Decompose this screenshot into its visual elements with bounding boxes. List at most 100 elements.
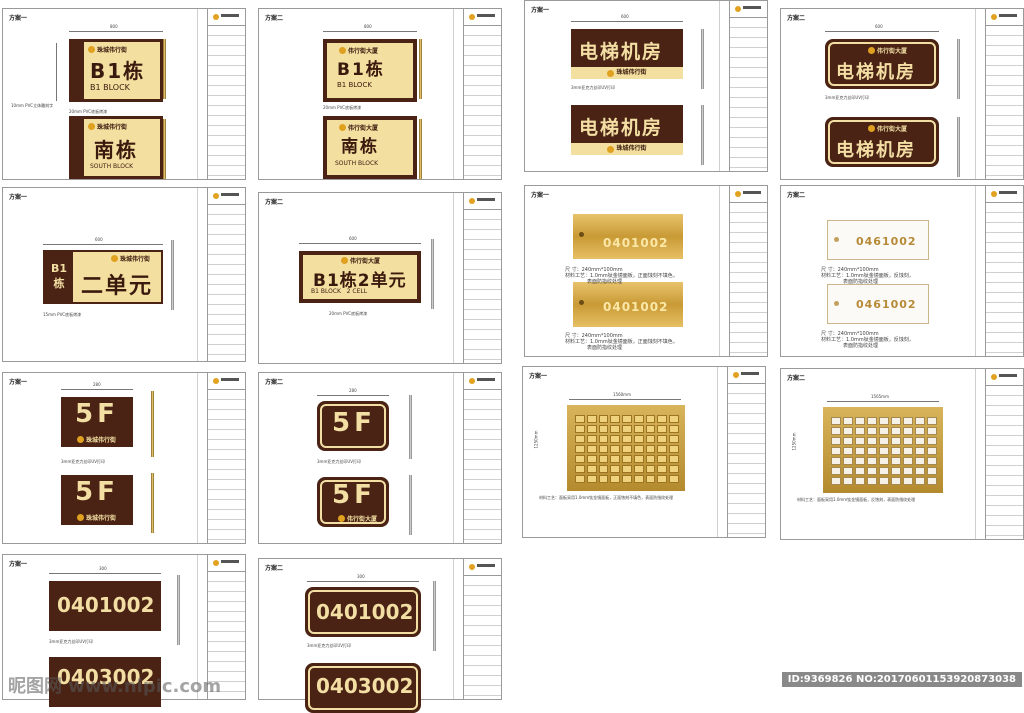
spec: 材料工艺：面板采用1.0mm钛金镜面板，反蚀刻，表面防指纹处理: [797, 497, 916, 502]
dimension-label: 600: [95, 237, 103, 242]
dimension-line: [307, 581, 419, 582]
logo-icon: [868, 47, 875, 54]
sheet-label: 方案二: [265, 15, 284, 22]
keyhole-icon: [834, 301, 839, 306]
sign-b1-block-frame: 伟行街大厦 B1栋 B1 BLOCK: [323, 39, 417, 102]
sign-title: 5F: [332, 408, 376, 438]
brand-name: 珠城伟行街: [616, 69, 647, 76]
sheet-8: 方案二 0461002 0461002 尺 寸：240mm*100mm 材料工艺…: [780, 185, 1024, 357]
sign-title: 电梯机房: [836, 140, 916, 161]
title-block: [727, 367, 765, 537]
brand-name: 伟行街大厦: [347, 516, 378, 523]
side-profile: [151, 391, 154, 457]
mailbox-grid: [575, 415, 679, 483]
brand-logo: 伟行街大厦: [338, 514, 377, 523]
floor-sign-5f: 5F 珠城伟行街: [61, 397, 133, 447]
room-number-sign-framed: 0401002: [305, 587, 421, 637]
note: 20mm PVC底板烤漆: [329, 311, 368, 316]
sign-frame-border: 5F 伟行街大厦: [320, 480, 386, 524]
sign-frame-border: 5F: [320, 404, 386, 448]
mailbox-grid: [831, 417, 937, 485]
dimension-line: [49, 573, 161, 574]
sheet-label: 方案一: [529, 373, 548, 380]
watermark-left: 昵图网 www.nipic.com: [8, 676, 222, 697]
sign-south-block: 珠城伟行街 南栋 SOUTH BLOCK: [69, 116, 163, 179]
floor-sign-5f-framed: 5F: [317, 401, 389, 451]
logo-icon: [88, 123, 95, 130]
dimension-label: 1565mm: [871, 394, 889, 399]
sheet-label: 方案二: [787, 15, 806, 22]
title-block: [985, 9, 1023, 179]
brand-logo: 珠城伟行街: [77, 435, 116, 444]
logo-icon: [607, 69, 615, 77]
sign-inner-panel: 伟行街大厦 南栋 SOUTH BLOCK: [327, 120, 413, 175]
dimension-line: [825, 31, 939, 32]
sign-title: 5F: [75, 477, 119, 507]
sign-title: 5F: [332, 480, 376, 510]
side-profile: [151, 473, 154, 533]
sign-title: 南栋: [94, 138, 138, 162]
note: 15mm PVC底板烤漆: [43, 312, 82, 317]
brand-logo: 珠城伟行街: [88, 122, 127, 131]
sheet-9: 方案一 280 5F 珠城伟行街 3mm亚克力丝印UV打印 5F 珠城伟行街: [2, 372, 246, 544]
title-block: [207, 373, 245, 543]
side-profile: [433, 581, 436, 651]
dimension-line-vertical: [56, 43, 57, 101]
side-profile: [409, 395, 412, 459]
side-profile: [171, 240, 174, 310]
sheet-label: 方案二: [787, 192, 806, 199]
spec: 材料工艺：面板采用1.0mm钛金镜面板，正面蚀刻不填色，表面防指纹处理: [539, 495, 674, 500]
title-block-side: [453, 559, 462, 699]
note: 3mm亚克力丝印UV打印: [825, 95, 870, 100]
silver-number-plate: 0461002: [827, 284, 929, 324]
logo-icon: [868, 125, 875, 132]
brand-name: 伟行街大厦: [877, 126, 908, 133]
note: 3mm亚克力丝印UV打印: [317, 459, 362, 464]
sign-title: B1栋: [90, 59, 146, 83]
sign-inner-panel: 伟行街大厦 B1栋2单元 B1 BLOCK 2 CELL: [303, 255, 417, 299]
sheet-2: 方案二 800 伟行街大厦 B1栋 B1 BLOCK 20mm PVC底板烤漆 …: [258, 8, 502, 180]
room-number: 0401002: [57, 593, 155, 617]
sign-inner-panel: 伟行街大厦 B1栋 B1 BLOCK: [327, 43, 413, 98]
sign-title: B1栋: [337, 60, 385, 80]
sheet-label: 方案一: [9, 561, 28, 568]
dimension-label: 300: [357, 574, 365, 579]
room-number: 0401002: [316, 600, 414, 624]
brand-logo: 伟行街大厦: [341, 256, 380, 265]
title-block: [207, 188, 245, 361]
sign-subtitle: SOUTH BLOCK: [335, 160, 379, 167]
side-profile: [419, 119, 422, 179]
sheet-label: 方案一: [9, 15, 28, 22]
side-profile: [431, 239, 434, 309]
sign-title: 南栋: [341, 137, 379, 157]
note: 20mm PVC底板烤漆: [323, 105, 362, 110]
dimension-label: 600: [621, 14, 629, 19]
brand-name: 伟行街大厦: [348, 48, 379, 55]
sheet-12: 方案二 1565mm 1250mm 材料工艺：面板采用1.0mm钛金镜面板，反蚀…: [780, 368, 1024, 540]
sign-frame-border: 伟行街大厦 电梯机房: [828, 120, 936, 164]
sign-frame-border: 0401002: [308, 590, 418, 634]
dimension-label: 800: [110, 24, 118, 29]
brand-name: 珠城伟行街: [86, 515, 117, 522]
logo-icon: [77, 436, 84, 443]
logo-icon: [88, 46, 95, 53]
silver-number-plate: 0461002: [827, 220, 929, 260]
sign-frame-border: 伟行街大厦 电梯机房: [828, 42, 936, 86]
sheet-5: 方案一 600 B1 栋 珠城伟行街 二单元 15mm PVC底板烤漆: [2, 187, 246, 362]
sign-building-suffix: 栋: [53, 277, 65, 290]
sheet-7: 方案一 0401002 0401002 尺 寸：240mm*100mm 材料工艺…: [524, 185, 768, 357]
sheet-4: 方案二 600 伟行街大厦 电梯机房 3mm亚克力丝印UV打印 伟行街大厦 电梯…: [780, 8, 1024, 180]
keyhole-icon: [579, 232, 584, 237]
sign-subtitle: B1 BLOCK: [90, 83, 130, 92]
brand-strip: 珠城伟行街: [571, 143, 683, 155]
title-block: [729, 186, 767, 356]
watermark-right: ID:9369826 NO:20170601153920873038: [781, 672, 1022, 687]
note: 20mm PVC底板烤漆: [69, 109, 108, 114]
title-block-side: [453, 9, 462, 179]
sheet-3: 方案一 600 电梯机房 珠城伟行街 3mm亚克力丝印UV打印 电梯机房 珠城伟…: [524, 0, 768, 172]
sign-subtitle: B1 BLOCK 2 CELL: [311, 288, 368, 295]
sheet-6: 方案二 600 伟行街大厦 B1栋2单元 B1 BLOCK 2 CELL 20m…: [258, 192, 502, 364]
sign-side-bar: [72, 119, 84, 176]
mailbox-cabinet: [567, 405, 685, 491]
title-block-side: [719, 1, 728, 171]
